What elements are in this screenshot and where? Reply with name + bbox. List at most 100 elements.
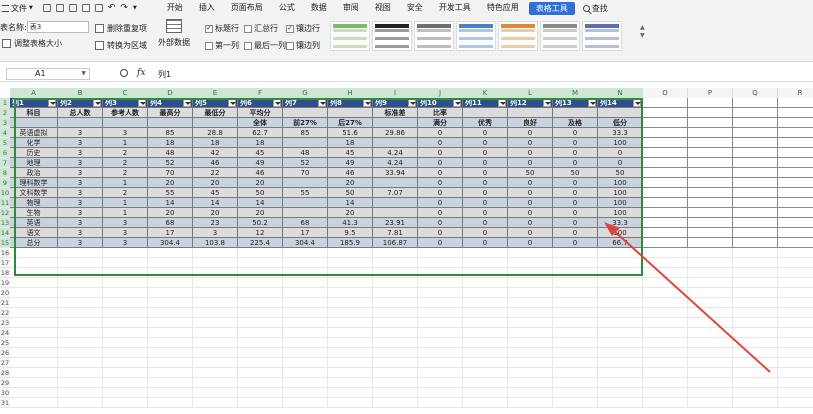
empty-cell[interactable] [238, 248, 283, 258]
tab-table-tools[interactable]: 表格工具 [528, 1, 575, 15]
empty-cell[interactable] [598, 348, 643, 358]
table-cell[interactable]: 185.9 [328, 238, 373, 248]
table-cell[interactable]: 地理 [10, 158, 58, 168]
empty-cell[interactable] [688, 328, 733, 338]
empty-cell[interactable] [598, 388, 643, 398]
column-header[interactable]: O [643, 88, 688, 98]
empty-cell[interactable] [10, 368, 58, 378]
table-cell[interactable]: 49 [238, 158, 283, 168]
table-cell[interactable]: 3 [58, 188, 103, 198]
option-banded-columns[interactable]: 镶边列 [286, 40, 320, 51]
empty-cell[interactable] [688, 278, 733, 288]
empty-cell[interactable] [328, 368, 373, 378]
empty-cell[interactable] [103, 288, 148, 298]
empty-cell[interactable] [778, 128, 813, 138]
row-header[interactable]: 2 [0, 108, 10, 118]
empty-cell[interactable] [418, 398, 463, 408]
empty-cell[interactable] [283, 278, 328, 288]
empty-cell[interactable] [418, 298, 463, 308]
row-header[interactable]: 3 [0, 118, 10, 128]
table-cell[interactable]: 0 [553, 158, 598, 168]
format-painter-icon[interactable] [94, 4, 103, 12]
empty-cell[interactable] [463, 348, 508, 358]
empty-cell[interactable] [58, 398, 103, 408]
row-header[interactable]: 28 [0, 368, 10, 378]
table-cell[interactable]: 0 [508, 138, 553, 148]
empty-cell[interactable] [238, 358, 283, 368]
table-cell[interactable]: 0 [553, 198, 598, 208]
row-header[interactable]: 1 [0, 98, 10, 108]
empty-cell[interactable] [373, 358, 418, 368]
empty-cell[interactable] [778, 358, 813, 368]
empty-cell[interactable] [778, 108, 813, 118]
empty-cell[interactable] [463, 388, 508, 398]
table-header-cell[interactable]: 列2 [58, 98, 103, 108]
empty-cell[interactable] [418, 248, 463, 258]
empty-cell[interactable] [733, 248, 778, 258]
table-cell[interactable]: 0 [508, 178, 553, 188]
empty-cell[interactable] [103, 298, 148, 308]
table-style-option[interactable] [414, 21, 454, 51]
empty-cell[interactable] [778, 208, 813, 218]
table-cell[interactable]: 14 [238, 198, 283, 208]
empty-cell[interactable] [508, 258, 553, 268]
name-box[interactable]: A1 ▼ [6, 68, 90, 80]
column-header[interactable]: P [688, 88, 733, 98]
filter-dropdown-icon[interactable] [588, 99, 596, 107]
empty-cell[interactable] [553, 248, 598, 258]
column-header[interactable]: C [103, 88, 148, 98]
empty-cell[interactable] [283, 318, 328, 328]
table-cell[interactable]: 0 [418, 228, 463, 238]
table-cell[interactable]: 55 [283, 188, 328, 198]
table-cell[interactable]: 23 [193, 218, 238, 228]
empty-cell[interactable] [733, 238, 778, 248]
table-cell[interactable]: 7.81 [373, 228, 418, 238]
empty-cell[interactable] [733, 328, 778, 338]
empty-cell[interactable] [778, 178, 813, 188]
empty-cell[interactable] [643, 388, 688, 398]
empty-cell[interactable] [283, 348, 328, 358]
table-cell[interactable]: 3 [58, 238, 103, 248]
empty-cell[interactable] [58, 248, 103, 258]
table-cell[interactable]: 3 [193, 228, 238, 238]
empty-cell[interactable] [238, 378, 283, 388]
formula-input[interactable]: 列1 [158, 69, 171, 80]
table-cell[interactable]: 0 [463, 148, 508, 158]
empty-cell[interactable] [238, 368, 283, 378]
empty-cell[interactable] [463, 358, 508, 368]
table-cell[interactable]: 全体 [238, 118, 283, 128]
empty-cell[interactable] [463, 268, 508, 278]
gallery-scroll[interactable]: ▲ ▼ [640, 24, 645, 40]
table-cell[interactable]: 17 [283, 228, 328, 238]
empty-cell[interactable] [238, 308, 283, 318]
empty-cell[interactable] [733, 228, 778, 238]
empty-cell[interactable] [508, 288, 553, 298]
empty-cell[interactable] [643, 118, 688, 128]
table-header-cell[interactable]: 列9 [373, 98, 418, 108]
table-cell[interactable]: 0 [553, 178, 598, 188]
empty-cell[interactable] [328, 298, 373, 308]
empty-cell[interactable] [553, 258, 598, 268]
empty-cell[interactable] [733, 98, 778, 108]
filter-dropdown-icon[interactable] [498, 99, 506, 107]
file-menu[interactable]: 文件 ▼ [0, 0, 37, 16]
table-cell[interactable]: 1 [103, 208, 148, 218]
empty-cell[interactable] [508, 358, 553, 368]
filter-dropdown-icon[interactable] [543, 99, 551, 107]
empty-cell[interactable] [688, 218, 733, 228]
empty-cell[interactable] [778, 288, 813, 298]
table-cell[interactable]: 100 [598, 208, 643, 218]
empty-cell[interactable] [58, 318, 103, 328]
table-cell[interactable]: 3 [58, 138, 103, 148]
empty-cell[interactable] [598, 258, 643, 268]
empty-cell[interactable] [283, 378, 328, 388]
table-header-cell[interactable]: 列14 [598, 98, 643, 108]
table-style-option[interactable] [498, 21, 538, 51]
empty-cell[interactable] [643, 228, 688, 238]
empty-cell[interactable] [328, 288, 373, 298]
table-cell[interactable]: 52 [283, 158, 328, 168]
empty-cell[interactable] [688, 168, 733, 178]
table-cell[interactable]: 100 [598, 138, 643, 148]
save-icon[interactable] [42, 4, 51, 12]
empty-cell[interactable] [553, 348, 598, 358]
